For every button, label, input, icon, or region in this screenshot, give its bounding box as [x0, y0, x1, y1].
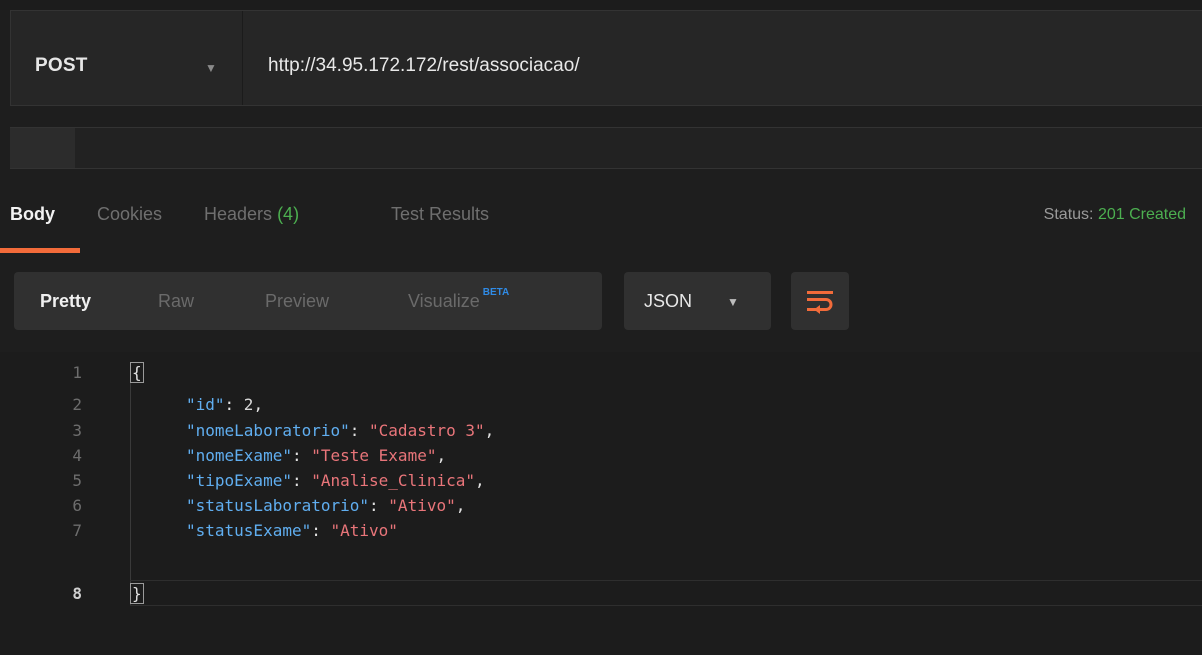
code-line: }: [130, 583, 144, 604]
tab-test-results[interactable]: Test Results: [391, 204, 489, 225]
view-preview[interactable]: Preview: [265, 291, 329, 312]
indent-guide: [130, 370, 131, 606]
json-punct: ,: [253, 395, 264, 414]
collapsed-panel-cell: [10, 128, 75, 168]
line-number: 2: [72, 395, 82, 414]
spacer: [0, 106, 1202, 128]
json-value: "Teste Exame": [311, 446, 437, 465]
wrap-lines-button[interactable]: [791, 272, 849, 330]
response-body-editor[interactable]: 1 2 3 4 5 6 7 8 { "id": 2, "nomeLaborato…: [0, 352, 1202, 655]
json-brace: }: [130, 583, 144, 604]
current-line-highlight: [130, 580, 1202, 606]
json-key: "tipoExame": [186, 471, 292, 490]
code-line: "statusLaboratorio": "Ativo",: [186, 496, 466, 515]
response-tabs: Body Cookies Headers (4) Test Results St…: [0, 190, 1202, 253]
code-line: "nomeExame": "Teste Exame",: [186, 446, 447, 465]
view-raw[interactable]: Raw: [158, 291, 194, 312]
json-value: "Ativo": [388, 496, 456, 515]
line-number: 7: [72, 521, 82, 540]
code-line: {: [130, 362, 144, 383]
code-line: "id": 2,: [186, 395, 264, 414]
json-value: 2: [243, 395, 254, 414]
tab-headers-label: Headers: [204, 204, 273, 224]
json-punct: ,: [475, 471, 485, 490]
format-selected: JSON: [644, 291, 693, 311]
view-visualize-label: Visualize: [408, 291, 480, 311]
line-number: 5: [72, 471, 82, 490]
code-line: "tipoExame": "Analise_Clinica",: [186, 471, 485, 490]
json-key: "statusLaboratorio": [186, 496, 370, 515]
chevron-down-icon: ▼: [727, 295, 739, 309]
view-mode-group: Pretty Raw Preview Visualize BETA: [14, 272, 602, 330]
json-key: "nomeExame": [186, 446, 292, 465]
collapsed-panel-bar: [10, 128, 1202, 168]
wrap-lines-icon: [807, 291, 833, 314]
line-number: 1: [72, 363, 82, 382]
status-value: 201 Created: [1097, 206, 1186, 223]
json-brace: {: [130, 362, 144, 383]
line-number-gutter: 1 2 3 4 5 6 7 8: [0, 352, 130, 655]
json-value: "Ativo": [330, 521, 398, 540]
tab-headers-count: (4): [277, 204, 300, 224]
tab-body[interactable]: Body: [10, 204, 55, 225]
divider: [10, 168, 1202, 169]
view-visualize[interactable]: Visualize BETA: [408, 287, 509, 312]
json-punct: ,: [455, 496, 466, 515]
method-select[interactable]: POST ▼: [11, 11, 243, 105]
json-punct: ,: [436, 446, 447, 465]
line-number: 3: [72, 421, 82, 440]
status-text: Status: 201 Created: [1044, 206, 1186, 224]
json-key: "id": [186, 395, 225, 414]
code-line: "statusExame": "Ativo": [186, 521, 398, 540]
method-label: POST: [35, 55, 88, 76]
status-label: Status:: [1043, 206, 1094, 223]
code-line: "nomeLaboratorio": "Cadastro 3",: [186, 421, 495, 440]
beta-badge: BETA: [482, 287, 510, 298]
active-tab-indicator: [0, 248, 80, 253]
format-select[interactable]: JSON ▼: [624, 272, 771, 330]
url-text: http://34.95.172.172/rest/associacao/: [268, 55, 580, 76]
line-number: 6: [72, 496, 82, 515]
tab-cookies[interactable]: Cookies: [97, 204, 162, 225]
line-number: 4: [72, 446, 82, 465]
request-bar: POST ▼ http://34.95.172.172/rest/associa…: [10, 10, 1202, 106]
window-top-edge: [0, 0, 1202, 10]
tab-headers[interactable]: Headers (4): [204, 204, 299, 225]
json-key: "statusExame": [186, 521, 312, 540]
json-key: "nomeLaboratorio": [186, 421, 350, 440]
json-value: "Analise_Clinica": [311, 471, 475, 490]
json-value: "Cadastro 3": [369, 421, 485, 440]
view-pretty[interactable]: Pretty: [40, 291, 91, 312]
url-input[interactable]: http://34.95.172.172/rest/associacao/: [243, 11, 1202, 105]
chevron-down-icon: ▼: [205, 61, 217, 75]
line-number: 8: [72, 584, 82, 603]
json-punct: ,: [484, 421, 495, 440]
